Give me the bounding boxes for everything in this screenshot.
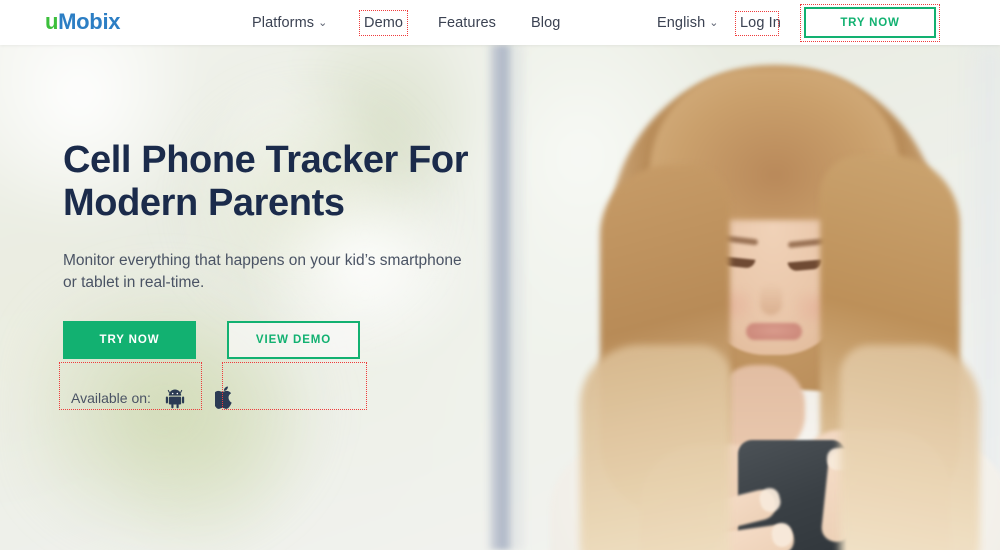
hero-cta-row: TRY NOW VIEW DEMO — [63, 321, 360, 359]
window-frame-band — [487, 45, 515, 550]
available-on-label: Available on: — [71, 389, 151, 406]
nav-item-demo[interactable]: Demo — [364, 14, 403, 32]
hero-view-demo-button[interactable]: VIEW DEMO — [227, 321, 360, 359]
header-try-now-button[interactable]: TRY NOW — [804, 7, 936, 38]
nose — [760, 283, 782, 315]
hero-section — [0, 45, 1000, 550]
login-link[interactable]: Log In — [740, 14, 781, 32]
language-label: English — [657, 15, 706, 31]
hero-headline-line-1: Cell Phone Tracker For — [63, 139, 469, 181]
nav-item-blog[interactable]: Blog — [531, 14, 560, 32]
logo-text: Mobix — [58, 9, 121, 34]
umobix-logo[interactable]: uMobix — [45, 9, 121, 35]
chevron-down-icon: ⌄ — [318, 17, 328, 29]
hero-try-now-button[interactable]: TRY NOW — [63, 321, 196, 359]
hero-photo-woman-with-phone — [520, 45, 1000, 550]
android-icon[interactable] — [165, 387, 185, 409]
hero-subtitle: Monitor everything that happens on your … — [63, 252, 462, 291]
language-selector[interactable]: English ⌄ — [657, 14, 719, 32]
site-header: uMobix Platforms ⌄ Demo Features Blog Eng… — [0, 0, 1000, 45]
umobix-landing-page: Cell Phone Tracker For Modern Parents Mo… — [0, 0, 1000, 550]
nav-platforms-label: Platforms — [252, 15, 315, 31]
nav-item-platforms[interactable]: Platforms ⌄ — [252, 14, 327, 32]
hair-front-right — [840, 345, 980, 550]
apple-icon[interactable] — [214, 386, 234, 409]
hero-headline-line-2: Modern Parents — [63, 182, 345, 224]
nav-item-features[interactable]: Features — [438, 14, 496, 32]
available-on-row: Available on: — [71, 386, 234, 409]
hero-headline: Cell Phone Tracker For Modern Parents — [63, 139, 493, 225]
hair-front-left — [580, 345, 730, 550]
chevron-down-icon: ⌄ — [709, 17, 719, 29]
logo-accent-letter: u — [45, 9, 59, 34]
lips — [746, 323, 802, 340]
